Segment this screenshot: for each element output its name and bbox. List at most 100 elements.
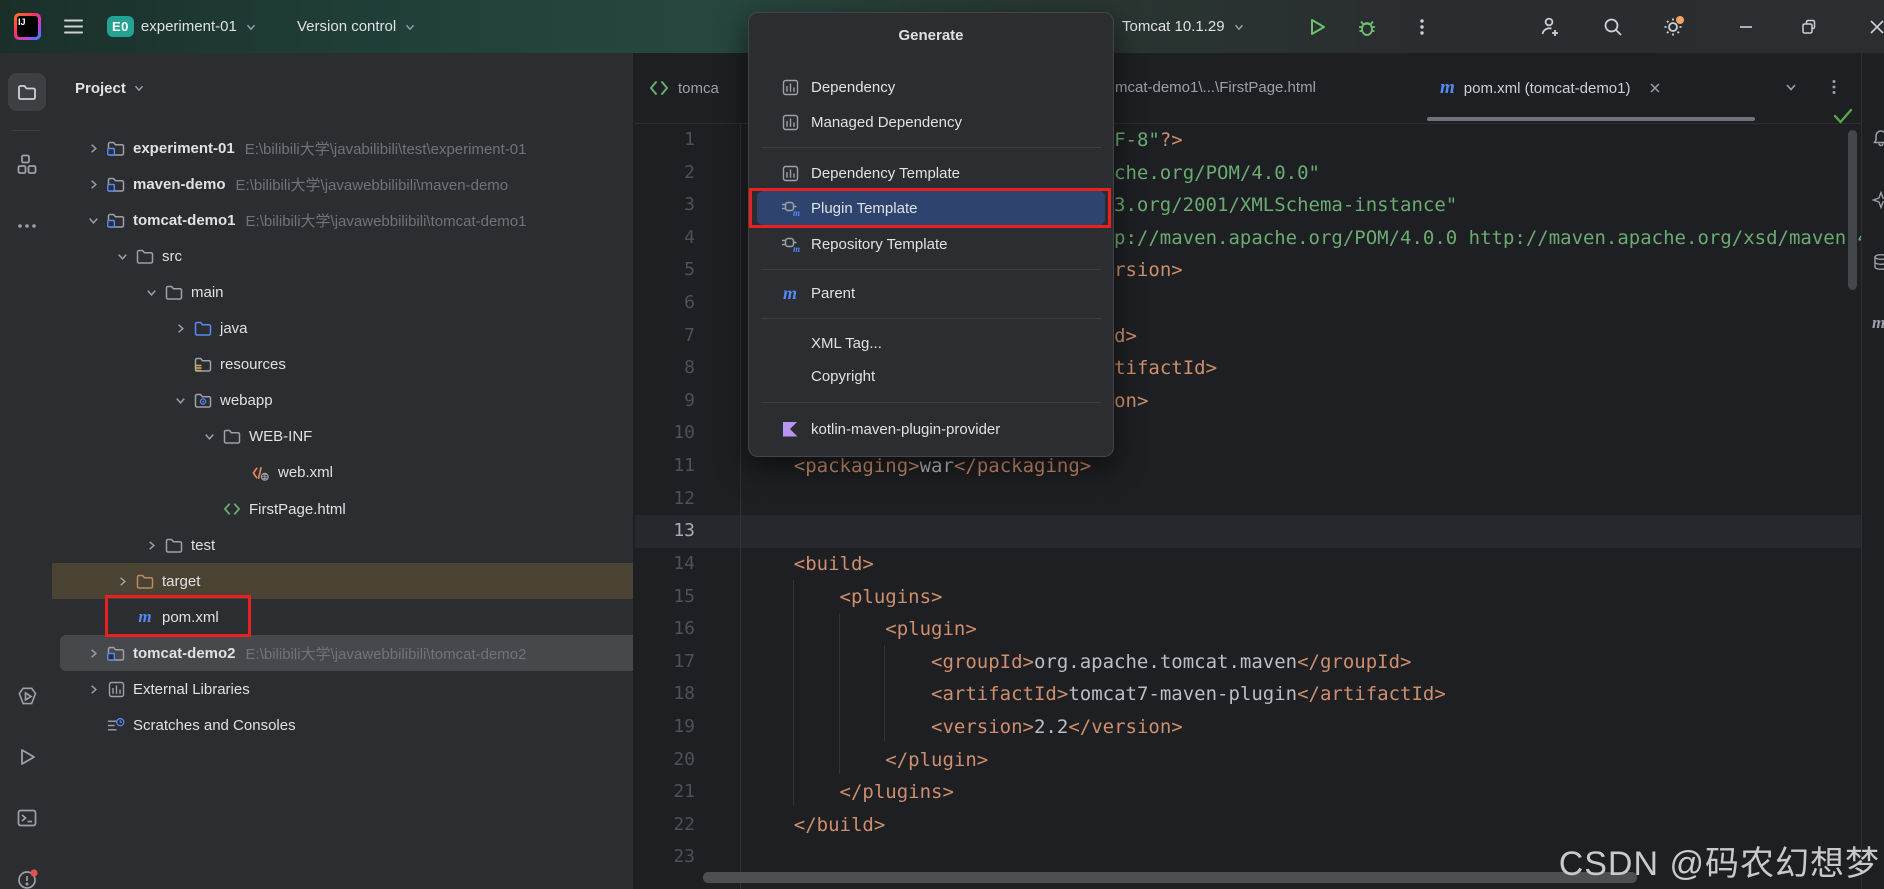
menu-item-xml-tag-[interactable]: XML Tag...	[757, 326, 1105, 360]
gutter-line-number[interactable]: 6	[635, 287, 695, 320]
tree-item-external-libraries[interactable]: External Libraries	[52, 672, 633, 708]
tree-item-java[interactable]: java	[52, 311, 633, 347]
gutter-line-number[interactable]: 5	[635, 254, 695, 287]
tree-item-web-xml[interactable]: web.xml	[52, 455, 633, 491]
menu-item-label: Dependency	[811, 79, 895, 96]
run-tool-button[interactable]	[8, 738, 46, 776]
gutter-line-number[interactable]: 8	[635, 352, 695, 385]
gutter-line-number[interactable]: 14	[635, 548, 695, 581]
gutter-line-number[interactable]: 17	[635, 646, 695, 679]
gutter-line-number[interactable]: 19	[635, 711, 695, 744]
gutter-line-number[interactable]: 4	[635, 222, 695, 255]
services-tool-button[interactable]	[8, 677, 46, 715]
menu-item-copyright[interactable]: Copyright	[757, 359, 1105, 393]
tree-item-path: E:\bilibili大学\javawebbilibili\tomcat-dem…	[246, 643, 527, 664]
tree-item-resources[interactable]: resources	[52, 347, 633, 383]
database-icon[interactable]	[1872, 253, 1884, 271]
tab-options-kebab-icon[interactable]	[1825, 78, 1843, 96]
gutter-line-number[interactable]: 10	[635, 417, 695, 450]
ai-assistant-icon[interactable]	[1872, 191, 1884, 209]
main-menu-icon[interactable]	[62, 0, 85, 53]
menu-item-parent[interactable]: mParent	[757, 276, 1105, 310]
gutter-line-number[interactable]: 18	[635, 678, 695, 711]
tree-item-web-inf[interactable]: WEB-INF	[52, 419, 633, 455]
inspections-ok-icon[interactable]	[1831, 105, 1855, 127]
menu-item-dependency[interactable]: Dependency	[757, 70, 1105, 104]
gutter-line-number[interactable]: 11	[635, 450, 695, 483]
project-switcher[interactable]: E0 experiment-01	[107, 0, 258, 53]
tree-chevron-right-icon[interactable]	[85, 177, 101, 192]
tree-item-firstpage-html[interactable]: FirstPage.html	[52, 491, 633, 527]
tree-chevron-down-icon[interactable]	[85, 213, 101, 228]
debug-button[interactable]	[1356, 0, 1378, 53]
tree-item-tomcat-demo2[interactable]: tomcat-demo2E:\bilibili大学\javawebbilibil…	[60, 635, 633, 671]
gutter-line-number[interactable]: 9	[635, 385, 695, 418]
run-configuration-selector[interactable]: Tomcat 10.1.29	[1122, 0, 1246, 53]
structure-tool-button[interactable]	[8, 145, 46, 183]
gutter-line-number[interactable]: 22	[635, 809, 695, 842]
tree-item-test[interactable]: test	[52, 527, 633, 563]
tree-chevron-down-icon[interactable]	[143, 285, 159, 300]
gutter-line-number[interactable]: 1	[635, 124, 695, 157]
gutter-line-number[interactable]: 7	[635, 320, 695, 353]
window-minimize-button[interactable]	[1738, 0, 1754, 53]
tree-chevron-right-icon[interactable]	[172, 321, 188, 336]
menu-item-repository-template[interactable]: mRepository Template	[757, 227, 1105, 261]
tree-item-label: FirstPage.html	[249, 501, 346, 518]
module-icon	[107, 212, 125, 229]
vcs-widget[interactable]: Version control	[297, 0, 417, 53]
tree-item-pom-xml[interactable]: mpom.xml	[52, 599, 633, 635]
gutter-line-number[interactable]: 13	[635, 515, 695, 548]
tree-item-main[interactable]: main	[52, 274, 633, 310]
tree-item-scratches-and-consoles[interactable]: Scratches and Consoles	[52, 708, 633, 744]
tree-item-webapp[interactable]: webapp	[52, 383, 633, 419]
tree-chevron-right-icon[interactable]	[85, 646, 101, 661]
maven-tool-icon[interactable]: m	[1872, 313, 1884, 333]
tab-firstpage[interactable]: tomca	[648, 53, 719, 123]
gutter-line-number[interactable]: 16	[635, 613, 695, 646]
menu-item-kotlin-maven-plugin-provider[interactable]: kotlin-maven-plugin-provider	[757, 412, 1105, 446]
tree-item-tomcat-demo1[interactable]: tomcat-demo1E:\bilibili大学\javawebbilibil…	[52, 202, 633, 238]
notifications-bell-icon[interactable]	[1872, 129, 1884, 147]
editor-gutter[interactable]: 1234567891011121314151617181920212223	[635, 124, 695, 874]
tree-item-src[interactable]: src	[52, 238, 633, 274]
gutter-line-number[interactable]: 3	[635, 189, 695, 222]
gutter-line-number[interactable]: 12	[635, 483, 695, 516]
tree-chevron-right-icon[interactable]	[114, 574, 130, 589]
tree-item-target[interactable]: target	[52, 563, 633, 599]
tree-chevron-right-icon[interactable]	[85, 682, 101, 697]
settings-gear-icon[interactable]	[1660, 0, 1686, 53]
tree-item-experiment-01[interactable]: experiment-01E:\bilibili大学\javabilibili\…	[52, 130, 633, 166]
gutter-line-number[interactable]: 20	[635, 744, 695, 777]
gutter-line-number[interactable]: 15	[635, 581, 695, 614]
gutter-line-number[interactable]: 2	[635, 157, 695, 190]
window-close-button[interactable]	[1868, 0, 1884, 53]
problems-tool-button[interactable]	[8, 860, 46, 889]
tree-chevron-down-icon[interactable]	[201, 429, 217, 444]
more-actions-icon[interactable]	[1412, 0, 1432, 53]
run-button[interactable]	[1306, 0, 1328, 53]
tree-chevron-down-icon[interactable]	[172, 393, 188, 408]
close-icon[interactable]	[1648, 81, 1662, 95]
project-tool-button[interactable]	[8, 73, 46, 111]
tree-item-maven-demo[interactable]: maven-demoE:\bilibili大学\javawebbilibili\…	[52, 166, 633, 202]
more-tools-button[interactable]	[8, 207, 46, 245]
tab-pom-xml[interactable]: m pom.xml (tomcat-demo1)	[1440, 53, 1662, 123]
tree-chevron-down-icon[interactable]	[114, 249, 130, 264]
hidden-tabs-chevron-icon[interactable]	[1783, 79, 1799, 95]
tree-chevron-right-icon[interactable]	[85, 141, 101, 156]
window-restore-button[interactable]	[1800, 0, 1818, 53]
horizontal-scrollbar[interactable]	[703, 872, 1637, 883]
menu-item-plugin-template[interactable]: mPlugin Template	[757, 191, 1105, 225]
tree-item-path: E:\bilibili大学\javawebbilibili\maven-demo	[236, 174, 509, 195]
search-icon[interactable]	[1601, 0, 1625, 53]
code-with-me-icon[interactable]	[1538, 0, 1562, 53]
vertical-scrollbar[interactable]	[1848, 130, 1857, 290]
tree-chevron-right-icon[interactable]	[143, 538, 159, 553]
menu-item-dependency-template[interactable]: Dependency Template	[757, 156, 1105, 190]
project-panel-header[interactable]: Project	[75, 73, 146, 103]
terminal-tool-button[interactable]	[8, 799, 46, 837]
gutter-line-number[interactable]: 21	[635, 776, 695, 809]
gutter-line-number[interactable]: 23	[635, 841, 695, 874]
menu-item-managed-dependency[interactable]: Managed Dependency	[757, 105, 1105, 139]
